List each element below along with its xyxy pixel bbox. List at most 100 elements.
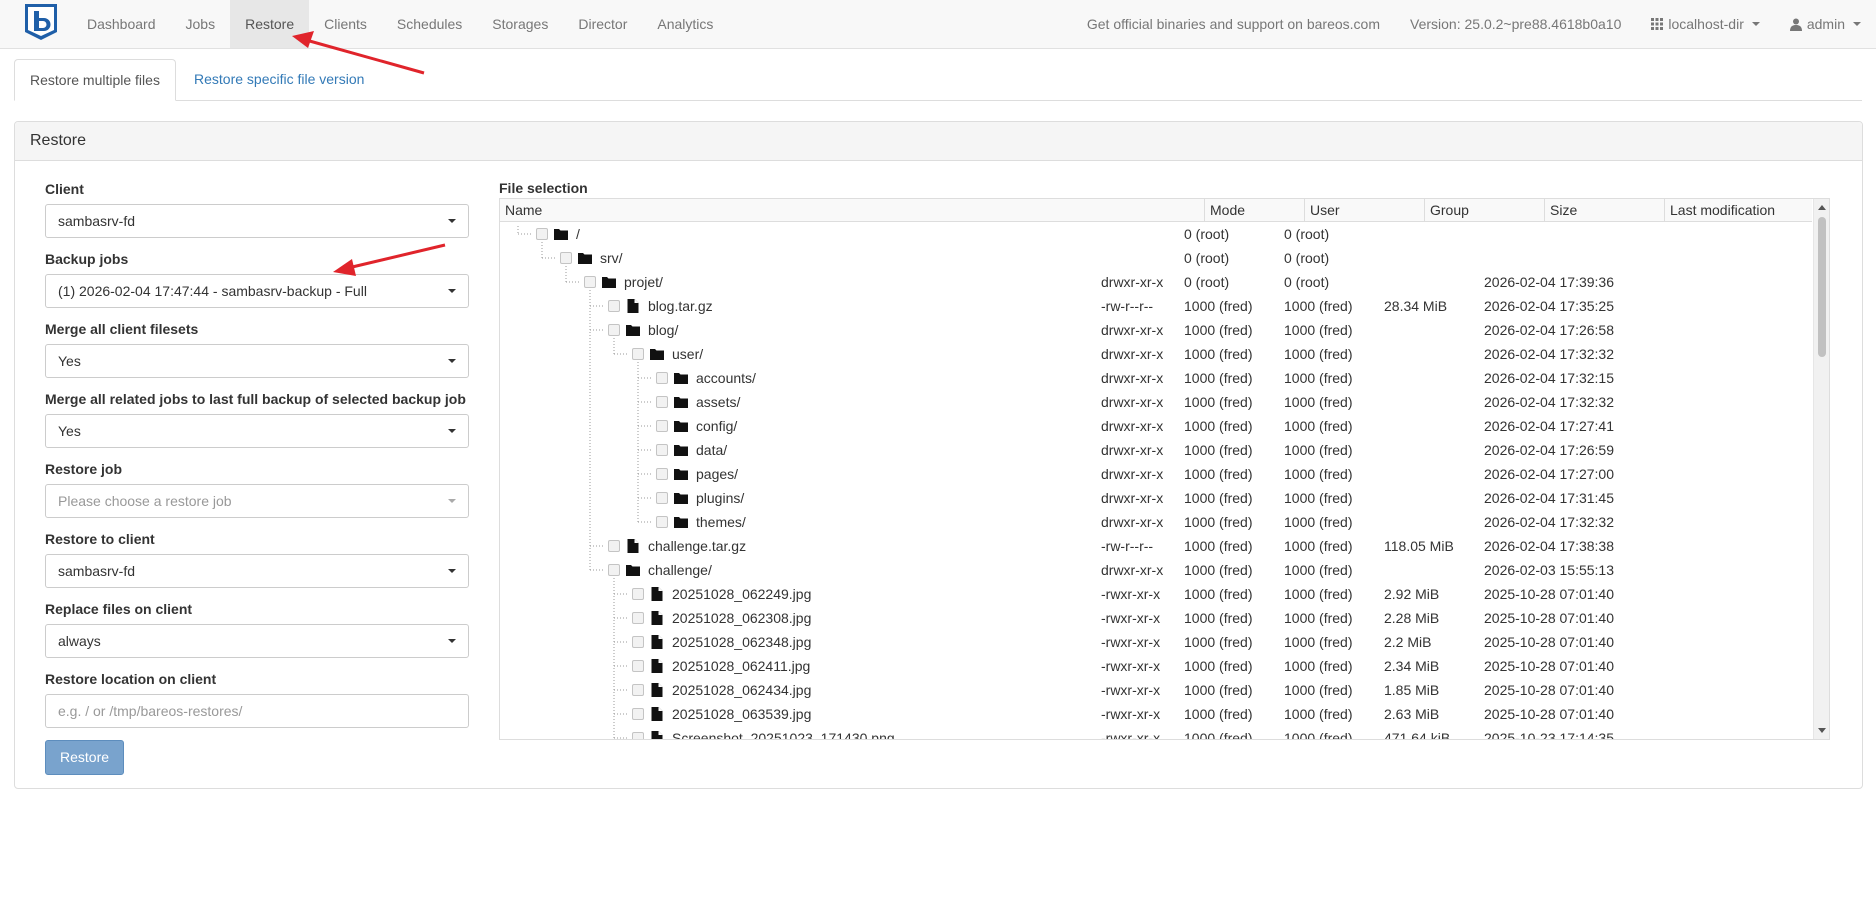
file-tree-row[interactable]: user/drwxr-xr-x 1000 (fred) 1000 (fred) 202… (500, 342, 1812, 366)
node-name[interactable]: blog/ (648, 318, 678, 342)
file-tree-row[interactable]: 20251028_062308.jpg -rwxr-xr-x 1000 (fred)… (500, 606, 1812, 630)
file-tree-row[interactable]: blog/drwxr-xr-x 1000 (fred) 1000 (fred) 202… (500, 318, 1812, 342)
node-name[interactable]: / (576, 222, 580, 246)
replace-files-select[interactable]: always (45, 624, 469, 658)
node-name[interactable]: 20251028_062348.jpg (672, 630, 811, 654)
restore-job-select[interactable]: Please choose a restore job (45, 484, 469, 518)
node-name[interactable]: data/ (696, 438, 727, 462)
node-name[interactable]: accounts/ (696, 366, 756, 390)
node-name[interactable]: projet/ (624, 270, 663, 294)
node-name[interactable]: srv/ (600, 246, 623, 270)
file-tree-row[interactable]: assets/drwxr-xr-x 1000 (fred) 1000 (fred) 2… (500, 390, 1812, 414)
node-checkbox[interactable] (656, 444, 668, 456)
file-tree-row[interactable]: accounts/drwxr-xr-x 1000 (fred) 1000 (fred… (500, 366, 1812, 390)
file-tree-row[interactable]: themes/drwxr-xr-x 1000 (fred) 1000 (fred) 2… (500, 510, 1812, 534)
file-tree-row[interactable]: config/drwxr-xr-x 1000 (fred) 1000 (fred) 2… (500, 414, 1812, 438)
backup-jobs-select[interactable]: (1) 2026-02-04 17:47:44 - sambasrv-backu… (45, 274, 469, 308)
nav-item-jobs[interactable]: Jobs (171, 0, 231, 48)
file-tree-row[interactable]: challenge/drwxr-xr-x 1000 (fred) 1000 (fre… (500, 558, 1812, 582)
file-tree-row[interactable]: Screenshot_20251023_171430.png -rwxr-xr-x… (500, 726, 1812, 739)
file-tree-row[interactable]: 20251028_062411.jpg -rwxr-xr-x 1000 (fred)… (500, 654, 1812, 678)
file-tree-row[interactable]: 20251028_062249.jpg -rwxr-xr-x 1000 (fred)… (500, 582, 1812, 606)
node-name[interactable]: 20251028_062434.jpg (672, 678, 811, 702)
node-checkbox[interactable] (632, 660, 644, 672)
node-checkbox[interactable] (536, 228, 548, 240)
nav-item-schedules[interactable]: Schedules (382, 0, 477, 48)
node-name[interactable]: plugins/ (696, 486, 744, 510)
nav-item-clients[interactable]: Clients (309, 0, 382, 48)
file-tree-row[interactable]: challenge.tar.gz -rw-r--r-- 1000 (fred) 100… (500, 534, 1812, 558)
file-tree-row[interactable]: 20251028_063539.jpg -rwxr-xr-x 1000 (fred)… (500, 702, 1812, 726)
nav-item-director[interactable]: Director (563, 0, 642, 48)
node-checkbox[interactable] (632, 588, 644, 600)
nav-item-dashboard[interactable]: Dashboard (72, 0, 171, 48)
node-name[interactable]: pages/ (696, 462, 738, 486)
nav-item-analytics[interactable]: Analytics (642, 0, 728, 48)
cell-mtime: 2026-02-04 17:32:32 (1484, 514, 1614, 530)
column-header-size[interactable]: Size (1545, 199, 1665, 221)
file-tree-row[interactable]: projet/drwxr-xr-x 0 (root) 0 (root) 2026-02… (500, 270, 1812, 294)
file-tree-row[interactable]: 20251028_062348.jpg -rwxr-xr-x 1000 (fred)… (500, 630, 1812, 654)
node-checkbox[interactable] (656, 372, 668, 384)
node-checkbox[interactable] (632, 636, 644, 648)
scrollbar-thumb[interactable] (1818, 217, 1826, 357)
column-header-group[interactable]: Group (1425, 199, 1545, 221)
file-tree-row[interactable]: plugins/drwxr-xr-x 1000 (fred) 1000 (fred)… (500, 486, 1812, 510)
node-checkbox[interactable] (632, 708, 644, 720)
column-header-last-modification[interactable]: Last modification (1665, 199, 1812, 221)
scroll-up-arrow-icon[interactable] (1818, 205, 1826, 210)
node-checkbox[interactable] (656, 396, 668, 408)
client-select[interactable]: sambasrv-fd (45, 204, 469, 238)
tab-restore-specific-file-version[interactable]: Restore specific file version (179, 59, 379, 100)
node-checkbox[interactable] (632, 684, 644, 696)
restore-button[interactable]: Restore (45, 740, 125, 775)
node-name[interactable]: themes/ (696, 510, 746, 534)
nav-item-restore[interactable]: Restore (230, 0, 310, 48)
restore-location-input[interactable]: e.g. / or /tmp/bareos-restores/ (45, 694, 469, 728)
tab-restore-multiple-files[interactable]: Restore multiple files (14, 59, 176, 101)
file-tree-row[interactable]: pages/drwxr-xr-x 1000 (fred) 1000 (fred) 20… (500, 462, 1812, 486)
file-tree-row[interactable]: srv/0 (root) 0 (root) (500, 246, 1812, 270)
column-header-mode[interactable]: Mode (1205, 199, 1305, 221)
file-tree-scrollbar[interactable] (1813, 199, 1829, 739)
node-checkbox[interactable] (656, 492, 668, 504)
node-name[interactable]: config/ (696, 414, 737, 438)
user-dropdown[interactable]: admin (1775, 0, 1876, 48)
column-header-user[interactable]: User (1305, 199, 1425, 221)
bareos-logo-icon[interactable] (23, 2, 59, 42)
node-checkbox[interactable] (608, 300, 620, 312)
node-name[interactable]: Screenshot_20251023_171430.png (672, 726, 895, 739)
node-name[interactable]: challenge.tar.gz (648, 534, 746, 558)
node-checkbox[interactable] (560, 252, 572, 264)
file-tree-row[interactable]: data/drwxr-xr-x 1000 (fred) 1000 (fred) 202… (500, 438, 1812, 462)
node-checkbox[interactable] (656, 468, 668, 480)
node-name[interactable]: 20251028_063539.jpg (672, 702, 811, 726)
node-checkbox[interactable] (656, 420, 668, 432)
file-tree-row[interactable]: blog.tar.gz -rw-r--r-- 1000 (fred) 1000 (fr… (500, 294, 1812, 318)
scroll-down-arrow-icon[interactable] (1818, 728, 1826, 733)
file-tree-row[interactable]: 20251028_062434.jpg -rwxr-xr-x 1000 (fred)… (500, 678, 1812, 702)
node-checkbox[interactable] (632, 732, 644, 739)
node-checkbox[interactable] (584, 276, 596, 288)
node-checkbox[interactable] (608, 324, 620, 336)
node-checkbox[interactable] (656, 516, 668, 528)
merge-jobs-select[interactable]: Yes (45, 414, 469, 448)
node-name[interactable]: 20251028_062308.jpg (672, 606, 811, 630)
merge-filesets-select[interactable]: Yes (45, 344, 469, 378)
node-checkbox[interactable] (608, 564, 620, 576)
node-checkbox[interactable] (632, 348, 644, 360)
column-header-name[interactable]: Name (500, 199, 1205, 221)
node-name[interactable]: blog.tar.gz (648, 294, 713, 318)
node-name[interactable]: 20251028_062249.jpg (672, 582, 811, 606)
node-checkbox[interactable] (632, 612, 644, 624)
node-checkbox[interactable] (608, 540, 620, 552)
node-name[interactable]: assets/ (696, 390, 740, 414)
restore-client-select[interactable]: sambasrv-fd (45, 554, 469, 588)
node-name[interactable]: 20251028_062411.jpg (672, 654, 810, 678)
node-name[interactable]: challenge/ (648, 558, 712, 582)
director-dropdown[interactable]: localhost-dir (1636, 0, 1774, 48)
file-tree-row[interactable]: / 0 (root) 0 (root) (500, 222, 1812, 246)
cell-mtime: 2025-10-23 17:14:35 (1484, 730, 1614, 739)
nav-item-storages[interactable]: Storages (477, 0, 563, 48)
node-name[interactable]: user/ (672, 342, 703, 366)
